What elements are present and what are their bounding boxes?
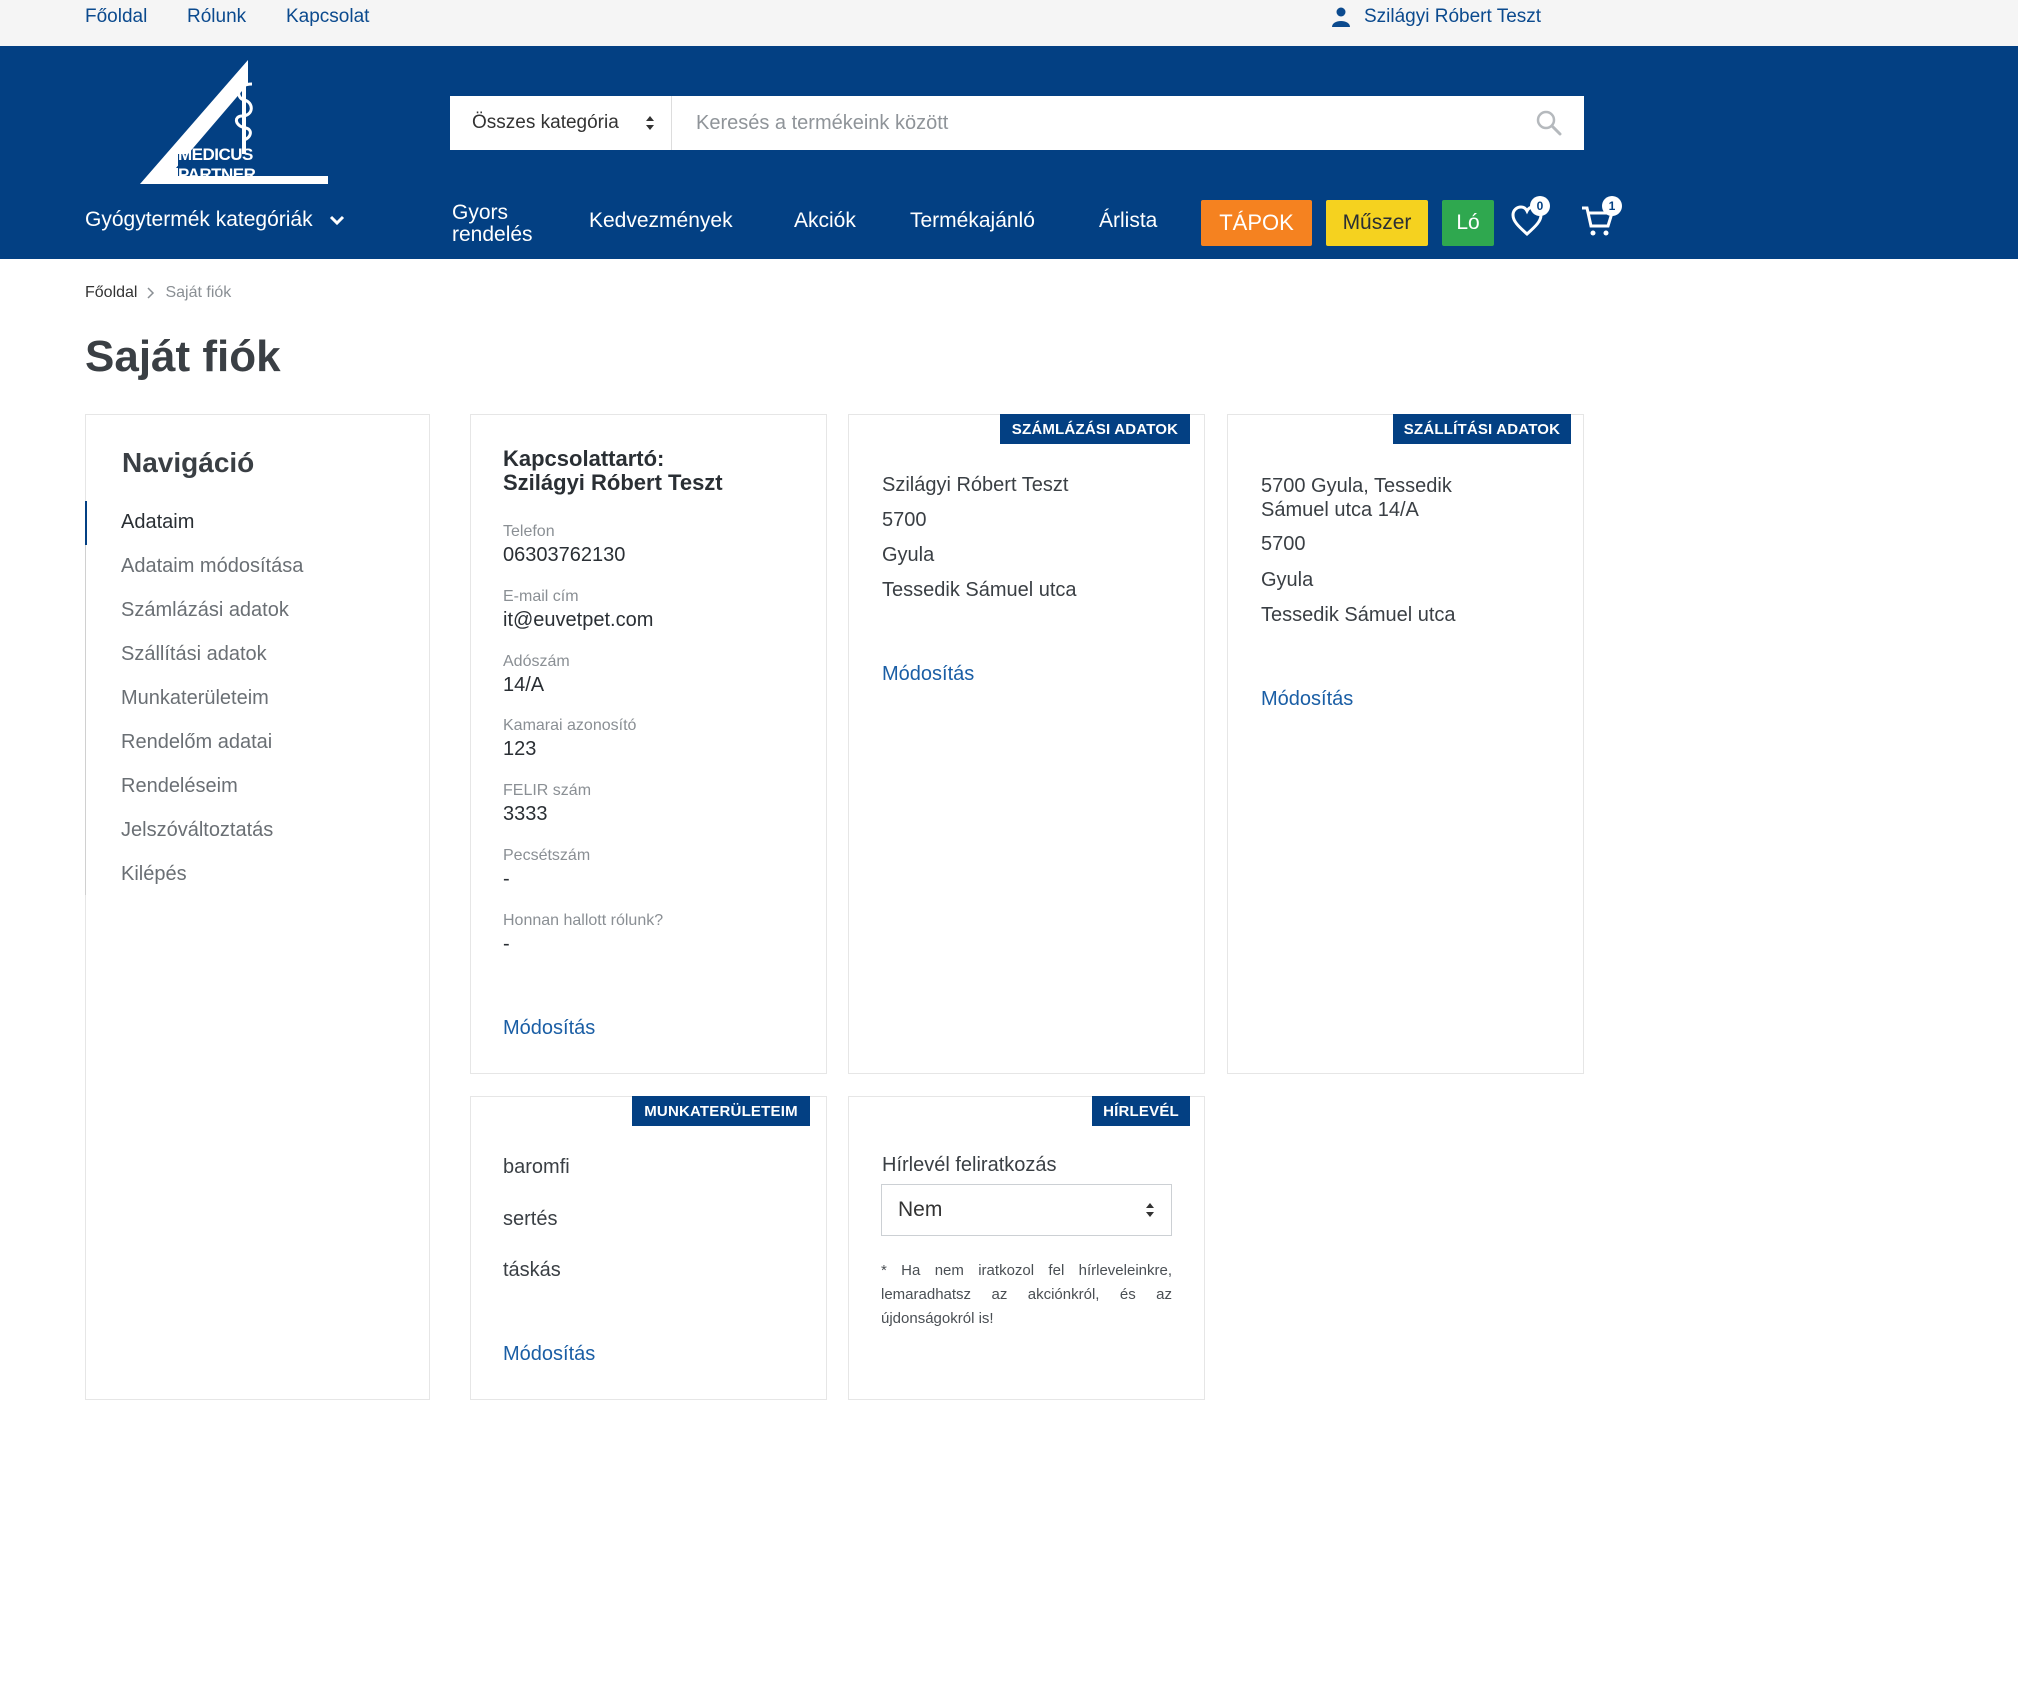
newsletter-label: Hírlevél feliratkozás [882,1154,1057,1176]
categories-label: Gyógytermék kategóriák [85,208,313,231]
billing-edit-link[interactable]: Módosítás [882,663,974,686]
contact-title-line1: Kapcsolattartó: [503,446,665,471]
billing-name: Szilágyi Róbert Teszt [882,474,1069,496]
top-link-about[interactable]: Rólunk [187,6,246,28]
stamp-label: Pecsétszám [503,847,591,864]
chamber-value: 123 [503,738,537,760]
logo[interactable]: MEDICUS PARTNER [136,58,336,186]
sort-arrows-icon [646,116,654,130]
navigation-title: Navigáció [122,447,255,478]
billing-street: Tessedik Sámuel utca [882,579,1077,601]
tag-muszer-button[interactable]: Műszer [1326,200,1428,246]
account-navigation: Navigáció Adataim Adataim módosítása Szá… [85,414,430,1400]
cart-count-badge: 1 [1602,196,1622,216]
top-link-home[interactable]: Főoldal [85,6,147,28]
tag-lo-button[interactable]: Ló [1442,200,1494,246]
search-bar: Összes kategória Keresés a termékeink kö… [450,96,1584,150]
nav-item-szamlazasi-adatok[interactable]: Számlázási adatok [121,599,289,622]
breadcrumb-home[interactable]: Főoldal [85,284,137,302]
workareas-tag: MUNKATERÜLETEIM [632,1096,810,1126]
felir-label: FELIR szám [503,782,592,799]
tax-label: Adószám [503,653,570,670]
search-icon [1536,110,1562,136]
categories-dropdown[interactable]: Gyógytermék kategóriák [85,208,345,232]
top-link-contact[interactable]: Kapcsolat [286,6,369,28]
contact-title-line2: Szilágyi Róbert Teszt [503,470,723,495]
nav-divider [85,545,86,895]
nav-item-rendeleseim[interactable]: Rendeléseim [121,775,238,798]
chevron-right-icon [147,287,155,299]
nav-recommender[interactable]: Termékajánló [910,209,1035,232]
category-select[interactable]: Összes kategória [450,96,672,150]
workarea-item: baromfi [503,1156,570,1178]
shipping-address-line1: 5700 Gyula, Tessedik [1261,475,1452,497]
phone-value: 06303762130 [503,544,626,566]
source-value: - [503,933,510,955]
contact-card: Kapcsolattartó: Szilágyi Róbert Teszt Te… [470,414,827,1074]
category-select-label: Összes kategória [472,112,619,133]
source-label: Honnan hallott rólunk? [503,912,664,929]
email-value: it@euvetpet.com [503,609,654,631]
sort-arrows-icon [1146,1203,1154,1217]
newsletter-note: * Ha nem iratkozol fel hírleveleinkre, l… [881,1262,1172,1327]
newsletter-tag: HÍRLEVÉL [1092,1096,1190,1126]
top-bar: Főoldal Rólunk Kapcsolat Szilágyi Róbert… [0,0,2018,46]
shipping-tag: SZÁLLÍTÁSI ADATOK [1393,414,1571,444]
nav-item-rendelom-adatai[interactable]: Rendelőm adatai [121,731,272,754]
nav-sales[interactable]: Akciók [794,209,856,232]
phone-label: Telefon [503,523,555,540]
newsletter-selected-value: Nem [898,1198,943,1221]
user-icon [1332,7,1350,27]
workareas-edit-link[interactable]: Módosítás [503,1343,595,1366]
nav-item-kilepes[interactable]: Kilépés [121,863,187,886]
stamp-value: - [503,868,510,890]
tax-value: 14/A [503,674,545,696]
user-menu[interactable]: Szilágyi Róbert Teszt [1332,6,1541,28]
contact-edit-link[interactable]: Módosítás [503,1017,595,1040]
billing-card: SZÁMLÁZÁSI ADATOK Szilágyi Róbert Teszt … [848,414,1205,1074]
search-button[interactable] [1514,96,1584,150]
wishlist-button[interactable]: 0 [1510,196,1550,244]
shipping-card: SZÁLLÍTÁSI ADATOK 5700 Gyula, Tessedik S… [1227,414,1584,1074]
shipping-street: Tessedik Sámuel utca [1261,604,1456,626]
nav-item-munkateruleteim[interactable]: Munkaterületeim [121,687,269,710]
billing-tag: SZÁMLÁZÁSI ADATOK [1000,414,1190,444]
breadcrumb-current: Saját fiók [165,284,232,301]
contact-title: Kapcsolattartó: Szilágyi Róbert Teszt [503,447,723,495]
logo-text: MEDICUS PARTNER [178,145,330,184]
chevron-down-icon [329,215,344,226]
nav-quick-order[interactable]: Gyors rendelés [452,201,562,246]
chamber-label: Kamarai azonosító [503,717,637,734]
nav-item-adataim[interactable]: Adataim [121,511,194,534]
main-header: MEDICUS PARTNER Összes kategória Keresés… [0,46,2018,259]
workarea-item: sertés [503,1208,558,1230]
email-label: E-mail cím [503,588,579,605]
cart-button[interactable]: 1 [1580,196,1622,244]
billing-city: Gyula [882,544,935,566]
shipping-address-line2: Sámuel utca 14/A [1261,499,1419,521]
wishlist-count-badge: 0 [1530,196,1550,216]
tag-tapok-button[interactable]: TÁPOK [1201,200,1312,246]
page-title: Saját fiók [85,332,281,381]
newsletter-card: HÍRLEVÉL Hírlevél feliratkozás Nem * Ha … [848,1096,1205,1400]
workarea-item: táskás [503,1259,561,1281]
active-indicator [85,501,87,545]
shipping-zip: 5700 [1261,533,1306,555]
nav-item-jelszovaltoztatas[interactable]: Jelszóváltoztatás [121,819,273,842]
search-input[interactable]: Keresés a termékeink között [672,96,1514,150]
billing-zip: 5700 [882,509,927,531]
newsletter-select[interactable]: Nem [881,1184,1172,1236]
nav-item-adataim-modositasa[interactable]: Adataim módosítása [121,555,303,578]
nav-discounts[interactable]: Kedvezmények [589,209,733,232]
shipping-address: 5700 Gyula, Tessedik Sámuel utca 14/A [1261,474,1452,522]
shipping-city: Gyula [1261,569,1314,591]
breadcrumb: Főoldal Saját fiók [85,284,231,302]
nav-item-szallitasi-adatok[interactable]: Szállítási adatok [121,643,267,666]
felir-value: 3333 [503,803,548,825]
nav-pricelist[interactable]: Árlista [1099,209,1157,232]
user-name: Szilágyi Róbert Teszt [1364,6,1542,27]
shipping-edit-link[interactable]: Módosítás [1261,688,1353,711]
workareas-card: MUNKATERÜLETEIM baromfi sertés táskás Mó… [470,1096,827,1400]
